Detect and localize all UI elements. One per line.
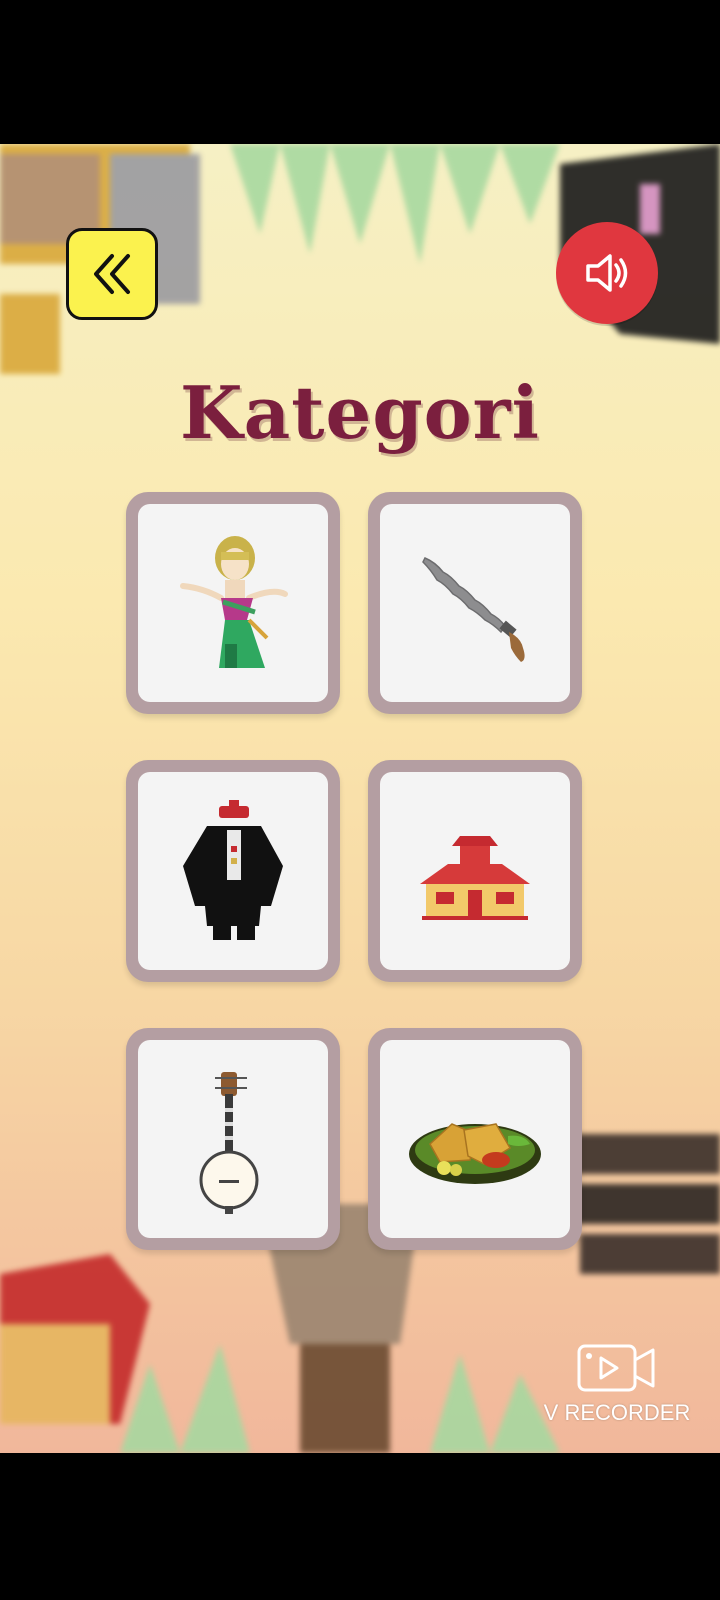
recorder-watermark: V RECORDER [532,1340,702,1426]
category-card-dance[interactable] [126,492,340,714]
back-button[interactable] [66,228,158,320]
category-card-music[interactable] [126,1028,340,1250]
app-screen [0,144,720,1453]
traditional-clothing-icon [183,800,283,940]
background-decoration [0,144,720,1453]
double-chevron-left-icon [94,254,130,294]
category-card-weapon[interactable] [368,492,582,714]
dancer-icon [180,536,288,668]
video-camera-icon [577,1344,655,1392]
lute-instrument-icon [199,1072,259,1214]
category-card-clothing[interactable] [126,760,340,982]
category-card-house[interactable] [368,760,582,982]
category-card-food[interactable] [368,1028,582,1250]
food-plate-icon [409,1123,541,1184]
speaker-icon [586,254,628,292]
page-title: Kategori [180,370,540,455]
recorder-label: V RECORDER [543,1400,691,1425]
keris-dagger-icon [422,557,525,662]
sound-toggle-button[interactable] [556,222,658,324]
traditional-house-icon [420,836,530,920]
